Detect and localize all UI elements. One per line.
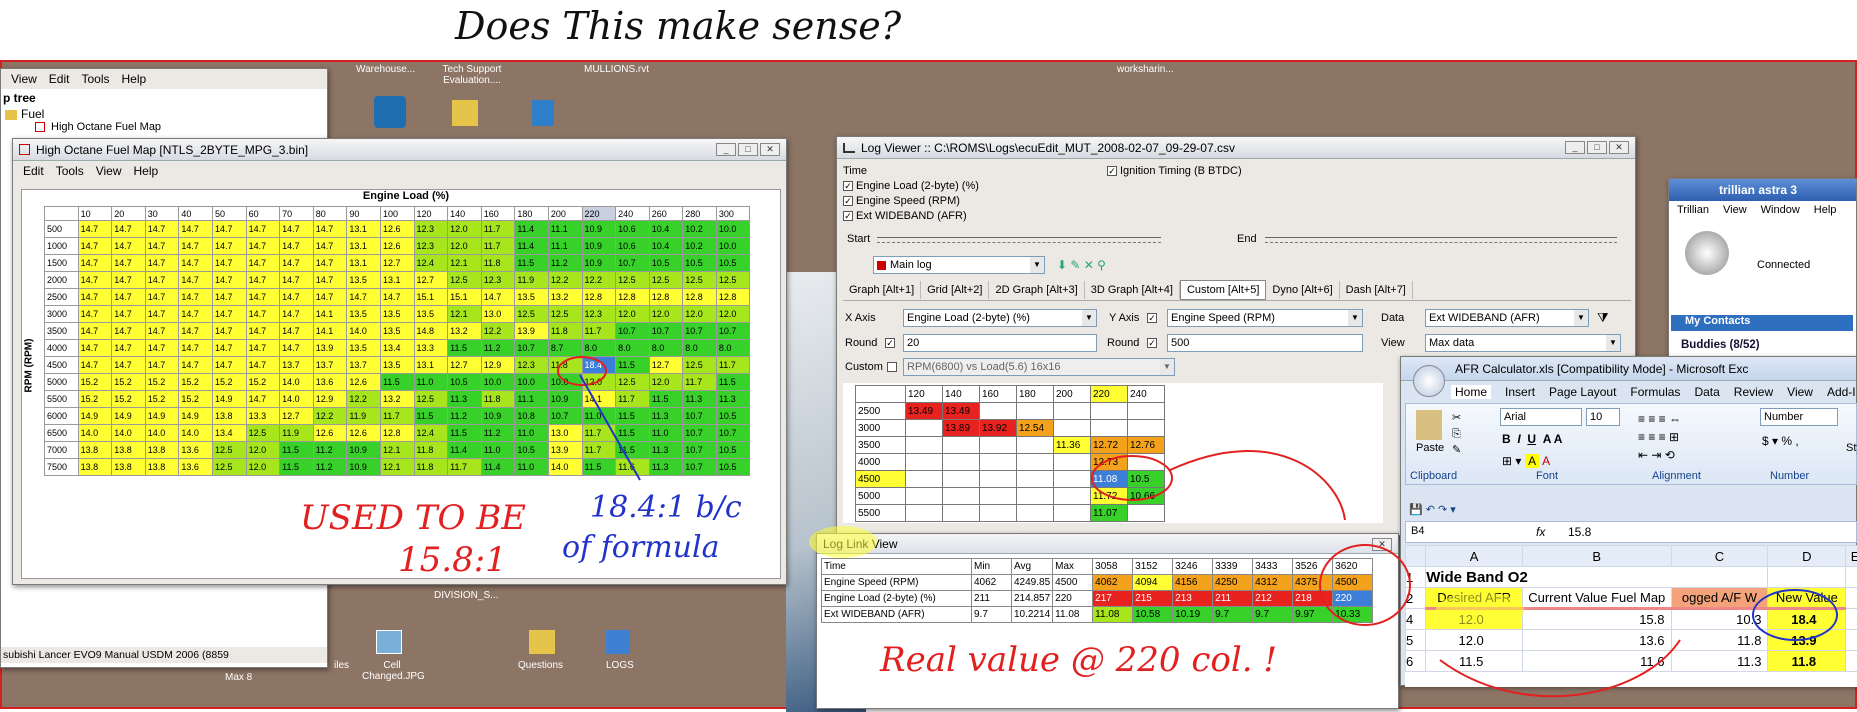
blue-arrow-annotation bbox=[580, 375, 640, 480]
red-arrow-annotation bbox=[1440, 640, 1680, 696]
handwritten-formula-note: of formula bbox=[562, 530, 719, 565]
handwritten-old-value: 15.8:1 bbox=[398, 540, 507, 580]
red-arrow-annotation bbox=[1170, 451, 1345, 520]
red-circle-annotation bbox=[558, 357, 606, 385]
handwritten-used-to-be: USED TO BE bbox=[300, 498, 526, 538]
annotation-overlay bbox=[0, 0, 1857, 709]
handwritten-formula-note: 18.4:1 b/c bbox=[590, 490, 742, 525]
handwritten-real-value: Real value @ 220 col. ! bbox=[880, 640, 1277, 680]
blue-circle-annotation bbox=[1753, 590, 1837, 640]
red-circle-annotation bbox=[1092, 456, 1172, 500]
red-circle-annotation bbox=[1320, 545, 1410, 625]
highlight-annotation bbox=[809, 526, 877, 558]
highlight-annotation bbox=[1436, 592, 1524, 628]
